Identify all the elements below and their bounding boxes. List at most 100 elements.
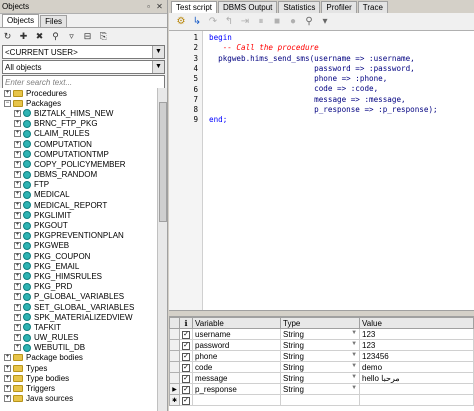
- tree-item[interactable]: + P_GLOBAL_VARIABLES: [0, 292, 158, 302]
- tree-item[interactable]: + MEDICAL: [0, 190, 158, 200]
- expand-icon[interactable]: +: [14, 252, 21, 260]
- expand-icon[interactable]: +: [14, 323, 21, 331]
- row-checkbox[interactable]: ✓: [182, 331, 191, 339]
- value-cell[interactable]: 123456: [359, 350, 474, 362]
- table-row[interactable]: ✓ code String ▼ demo: [168, 361, 474, 373]
- breakpoint-icon[interactable]: ●: [287, 16, 299, 28]
- step-out-icon[interactable]: ↰: [223, 16, 235, 28]
- table-row[interactable]: ✓ password String ▼ 123: [168, 339, 474, 351]
- tab-profiler[interactable]: Profiler: [321, 1, 357, 13]
- code-line[interactable]: pkgweb.hims_send_sms(username => :userna…: [209, 54, 474, 64]
- execute-icon[interactable]: ⚙: [175, 16, 187, 28]
- expand-icon[interactable]: +: [14, 181, 21, 189]
- chevron-down-icon[interactable]: ▼: [351, 341, 357, 347]
- variable-cell[interactable]: p_response: [192, 383, 282, 395]
- tab-files[interactable]: Files: [40, 15, 68, 27]
- tree-item[interactable]: + DBMS_RANDOM: [0, 170, 158, 180]
- tree-item[interactable]: + Types: [0, 363, 158, 373]
- column-variable[interactable]: Variable: [192, 317, 282, 329]
- expand-icon[interactable]: +: [14, 211, 21, 219]
- chevron-down-icon[interactable]: ▼: [351, 363, 357, 369]
- tree-item[interactable]: + Java sources: [0, 394, 158, 404]
- find-icon[interactable]: ⚲: [303, 16, 315, 28]
- chevron-down-icon[interactable]: ▼: [351, 352, 357, 358]
- tab-dbms-output[interactable]: DBMS Output: [218, 1, 278, 13]
- tree-item[interactable]: + PKGWEB: [0, 241, 158, 251]
- expand-icon[interactable]: +: [4, 364, 11, 372]
- row-checkbox[interactable]: ✓: [182, 375, 191, 383]
- chevron-down-icon[interactable]: ▼: [351, 330, 357, 336]
- stop-icon[interactable]: ■: [271, 16, 283, 28]
- tab-objects[interactable]: Objects: [2, 14, 40, 27]
- row-checkbox[interactable]: ✓: [182, 364, 191, 372]
- expand-icon[interactable]: +: [14, 313, 21, 321]
- sql-code[interactable]: begin -- Call the procedure pkgweb.hims_…: [209, 33, 474, 126]
- code-line[interactable]: begin: [209, 33, 474, 43]
- code-line[interactable]: end;: [209, 115, 474, 125]
- type-cell[interactable]: String ▼: [280, 361, 361, 373]
- new-object-icon[interactable]: ✚: [18, 31, 29, 42]
- expand-icon[interactable]: +: [14, 150, 21, 158]
- table-row[interactable]: ▶ ✓ p_response String ▼: [168, 383, 474, 395]
- tree-item[interactable]: + CLAIM_RULES: [0, 129, 158, 139]
- scrollbar-thumb[interactable]: [159, 102, 167, 222]
- type-cell[interactable]: String ▼: [280, 383, 361, 395]
- tree-item[interactable]: + Procedures: [0, 88, 158, 98]
- tree-item[interactable]: + BIZTALK_HIMS_NEW: [0, 108, 158, 118]
- expand-icon[interactable]: +: [4, 385, 11, 393]
- tree-item[interactable]: + PKG_PRD: [0, 282, 158, 292]
- chevron-down-icon[interactable]: ▼: [152, 61, 164, 73]
- variable-cell[interactable]: password: [192, 339, 282, 351]
- collapse-icon[interactable]: −: [4, 99, 11, 107]
- tree-item[interactable]: + MEDICAL_REPORT: [0, 200, 158, 210]
- run-to-exception-icon[interactable]: ⇥: [239, 16, 251, 28]
- copy-icon[interactable]: ⎘: [98, 31, 109, 42]
- variable-cell[interactable]: phone: [192, 350, 282, 362]
- tree-item[interactable]: + Package bodies: [0, 353, 158, 363]
- type-cell[interactable]: String ▼: [280, 350, 361, 362]
- tree-item[interactable]: + PKGLIMIT: [0, 210, 158, 220]
- table-row[interactable]: ✓ username String ▼ 123: [168, 328, 474, 340]
- code-line[interactable]: phone => :phone,: [209, 74, 474, 84]
- value-cell[interactable]: 123: [359, 328, 474, 340]
- variable-cell[interactable]: message: [192, 372, 282, 384]
- value-cell[interactable]: demo: [359, 361, 474, 373]
- chevron-down-icon[interactable]: ▼: [351, 385, 357, 391]
- value-cell[interactable]: [359, 394, 474, 406]
- tree-item[interactable]: + PKGOUT: [0, 220, 158, 230]
- expand-icon[interactable]: +: [14, 191, 21, 199]
- code-line[interactable]: message => :message,: [209, 95, 474, 105]
- expand-icon[interactable]: +: [14, 334, 21, 342]
- expand-icon[interactable]: +: [14, 222, 21, 230]
- code-line[interactable]: code => :code,: [209, 84, 474, 94]
- expand-icon[interactable]: +: [14, 109, 21, 117]
- table-row[interactable]: ✓ phone String ▼ 123456: [168, 350, 474, 362]
- table-row[interactable]: ✱ ✓: [168, 394, 474, 406]
- value-cell[interactable]: 123: [359, 339, 474, 351]
- expand-icon[interactable]: +: [14, 171, 21, 179]
- close-icon[interactable]: ✕: [154, 2, 165, 12]
- delete-icon[interactable]: ✖: [34, 31, 45, 42]
- tree-item[interactable]: + UW_RULES: [0, 333, 158, 343]
- tree-item[interactable]: + SPK_MATERIALIZEDVIEW: [0, 312, 158, 322]
- step-over-icon[interactable]: ↷: [207, 16, 219, 28]
- expand-icon[interactable]: +: [14, 283, 21, 291]
- sql-editor[interactable]: 123456789 begin -- Call the procedure pk…: [169, 31, 474, 311]
- expand-icon[interactable]: +: [4, 354, 11, 362]
- expand-icon[interactable]: +: [4, 89, 11, 97]
- tree-item[interactable]: + COMPUTATIONTMP: [0, 149, 158, 159]
- pause-icon[interactable]: ⏸: [255, 16, 267, 28]
- type-cell[interactable]: String ▼: [280, 339, 361, 351]
- variable-cell[interactable]: username: [192, 328, 282, 340]
- column-type[interactable]: Type: [280, 317, 361, 329]
- filter-icon[interactable]: ▿: [66, 31, 77, 42]
- tree-item[interactable]: + TAFKIT: [0, 322, 158, 332]
- row-checkbox[interactable]: ✓: [182, 342, 191, 350]
- tab-statistics[interactable]: Statistics: [278, 1, 321, 13]
- expand-icon[interactable]: +: [14, 262, 21, 270]
- tree-item[interactable]: + COMPUTATION: [0, 139, 158, 149]
- variable-cell[interactable]: code: [192, 361, 282, 373]
- chevron-down-icon[interactable]: ▼: [351, 374, 357, 380]
- table-row[interactable]: ✓ message String ▼ hello مرحبا: [168, 372, 474, 384]
- tree-item[interactable]: + PKG_HIMSRULES: [0, 271, 158, 281]
